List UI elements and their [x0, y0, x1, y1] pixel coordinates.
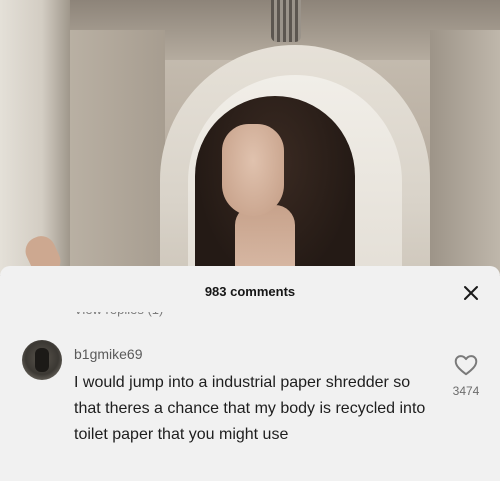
left-wall [0, 0, 70, 275]
doorway [70, 30, 165, 275]
heart-outline-icon[interactable] [453, 352, 479, 378]
comments-sheet: 983 comments View replies (1) b1gmike69 … [0, 266, 500, 481]
like-block: 3474 [446, 352, 486, 398]
avatar[interactable] [22, 340, 62, 380]
person-neck [235, 205, 295, 275]
comment-text: I would jump into a industrial paper shr… [74, 374, 426, 443]
like-count: 3474 [452, 384, 480, 398]
ceiling-lamp [271, 0, 301, 42]
comment-username[interactable]: b1gmike69 [74, 346, 143, 362]
comment-count: 983 comments [204, 284, 296, 299]
video-background[interactable] [0, 0, 500, 275]
close-button[interactable] [458, 280, 484, 306]
right-wall [430, 30, 500, 275]
close-icon [464, 286, 478, 300]
person-face [222, 124, 284, 216]
avatar-figure [35, 348, 49, 372]
comments-header: 983 comments [0, 266, 500, 312]
